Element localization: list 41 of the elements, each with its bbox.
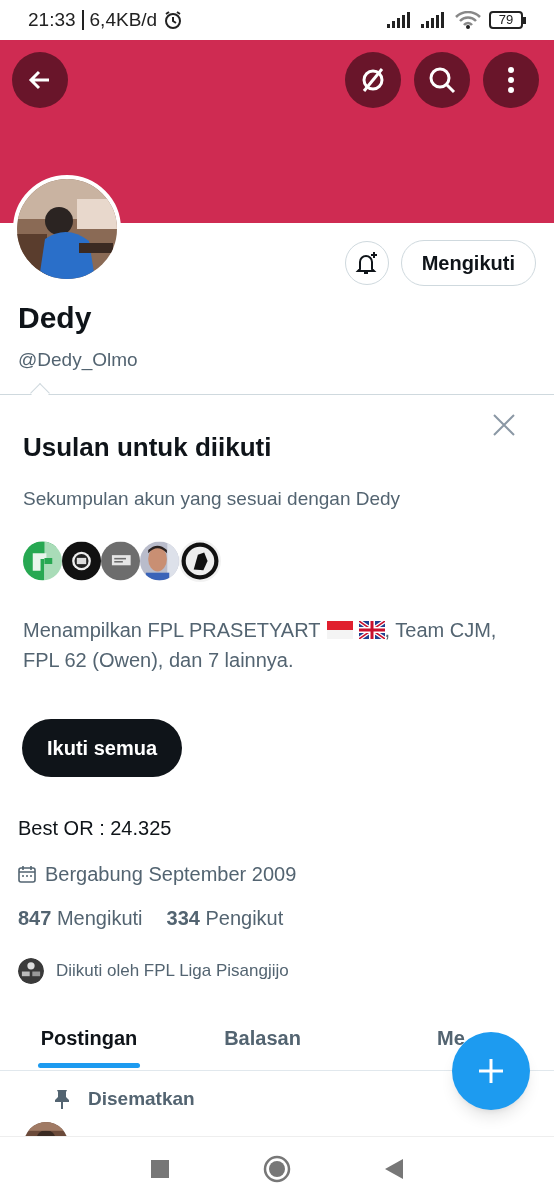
pin-icon (54, 1089, 70, 1110)
suggestion-title: Usulan untuk diikuti (23, 431, 273, 463)
back-icon[interactable] (385, 1158, 403, 1179)
close-icon (492, 413, 516, 437)
profile-tab[interactable]: Me (351, 1009, 551, 1070)
stat-link[interactable]: 334 Pengikut (166, 906, 284, 930)
followed-by-text: Diikuti oleh FPL Liga Pisangjijo (56, 960, 289, 983)
search-button[interactable] (414, 52, 470, 108)
search-icon (428, 66, 456, 94)
signal-icon (387, 12, 413, 28)
suggestion-summary: , Team CJM, (384, 618, 497, 643)
profile-tab[interactable]: Balasan (174, 1009, 351, 1070)
network-speed: 6,4KB/d (89, 7, 158, 32)
flag-icon (326, 621, 353, 639)
home-icon[interactable] (263, 1154, 291, 1183)
profile-name: Dedy (18, 300, 93, 336)
wifi-icon (455, 11, 481, 29)
profile-bio: Best OR : 24.325 (18, 816, 173, 840)
alarm-icon (163, 10, 184, 30)
more-button[interactable] (483, 52, 539, 108)
profile-handle: @Dedy_Olmo (18, 348, 139, 372)
back-arrow-button[interactable] (12, 52, 68, 108)
slashed-circle-button[interactable] (345, 52, 401, 108)
calendar-icon (18, 865, 36, 883)
stat-link[interactable]: 847 Mengikuti (18, 906, 143, 930)
more-icon (507, 67, 515, 93)
join-date: Bergabung September 2009 (45, 862, 297, 886)
flag-icon (358, 621, 385, 639)
pinned-label: Disematkan (88, 1087, 195, 1111)
battery-level: 79 (489, 11, 523, 29)
profile-tab[interactable]: Postingan (4, 1009, 174, 1070)
suggestion-summary: Menampilkan FPL PRASETYART (23, 618, 321, 643)
recents-icon[interactable] (151, 1159, 169, 1178)
suggestion-summary: FPL 62 (Owen), dan 7 lainnya. (23, 648, 295, 673)
status-time: 21:33 (28, 7, 76, 32)
plus-icon (478, 1058, 504, 1084)
status-divider (81, 10, 84, 30)
signal-icon (421, 12, 447, 28)
bell-plus-icon (353, 250, 380, 276)
suggestion-subtitle: Sekumpulan akun yang sesuai dengan Dedy (23, 487, 402, 511)
follow-all-button[interactable]: Ikuti semua (22, 719, 183, 777)
